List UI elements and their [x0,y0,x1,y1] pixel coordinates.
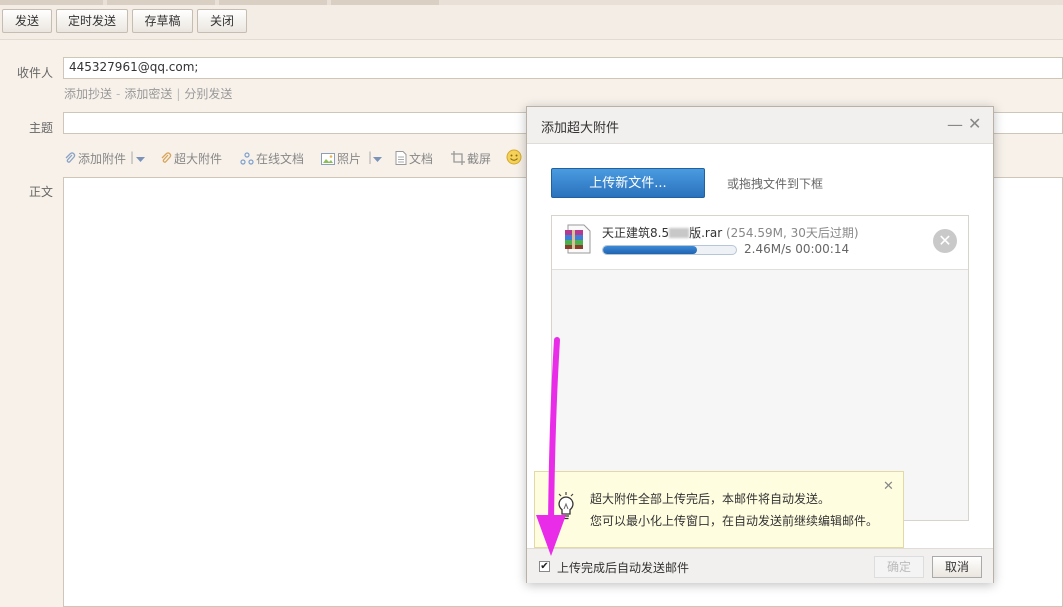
add-attachment-label: 添加附件 [78,152,127,166]
large-attachment-button[interactable]: 超大附件 [160,150,222,168]
online-doc-label: 在线文档 [256,152,305,166]
paperclip-icon [64,152,76,168]
document-icon [395,151,407,168]
progress-fill [603,246,698,254]
drag-hint: 或拖拽文件到下框 [727,177,824,191]
close-icon[interactable]: ✕ [968,114,981,133]
file-name-prefix: 天正建筑8.5 [602,226,670,240]
emoji-button[interactable] [506,149,524,168]
large-attachment-label: 超大附件 [174,152,223,166]
compose-toolbar: 发送 定时发送 存草稿 关闭 [0,5,1063,40]
add-bcc-link[interactable]: 添加密送 [124,87,172,101]
dialog-title: 添加超大附件 [541,121,620,136]
blurred-text [669,228,690,238]
caret-down-icon [136,152,145,166]
body-label: 正文 [29,185,54,199]
online-doc-button[interactable]: 在线文档 [240,150,304,168]
screenshot-button[interactable]: 截屏 [451,150,491,168]
close-button[interactable]: 关闭 [197,9,247,33]
separator: | [176,87,181,101]
separator: | [130,150,135,164]
auto-send-checkbox[interactable]: ✔ [539,561,550,572]
recipient-links: 添加抄送 - 添加密送 | 分别发送 [64,85,232,102]
add-attachment-dropdown[interactable] [136,150,147,166]
close-tip-icon[interactable]: ✕ [883,479,894,494]
remove-file-icon[interactable]: ✕ [933,229,957,253]
paperclip-icon [160,152,172,168]
image-icon [321,153,335,168]
scheduled-send-button[interactable]: 定时发送 [56,9,128,33]
upload-progress-bar [602,245,737,255]
screenshot-label: 截屏 [467,152,492,166]
caret-down-icon [373,152,382,166]
minimize-icon[interactable]: — [947,115,963,134]
document-label: 文档 [409,152,434,166]
to-label: 收件人 [17,66,54,80]
share-nodes-icon [240,152,254,168]
separator: - [116,87,121,101]
file-row: 天正建筑8.5 版.rar (254.59M, 30天后过期) 2.46M/s 0… [552,216,968,270]
dialog-header[interactable]: 添加超大附件 — ✕ [527,107,993,144]
separator: | [368,150,373,164]
file-name-suffix: 版.rar [689,226,723,240]
document-button[interactable]: 文档 [395,150,433,168]
large-attachment-dialog: 添加超大附件 — ✕ 上传新文件... 或拖拽文件到下框 天正建筑8.5 版.ra… [526,106,994,583]
photo-button[interactable]: 照片 [321,150,361,168]
upload-new-file-button[interactable]: 上传新文件... [551,168,705,198]
file-meta: (254.59M, 30天后过期) [725,226,859,240]
dialog-footer: ✔ 上传完成后自动发送邮件 确定 取消 [527,548,993,583]
time-remaining: 00:00:14 [795,242,850,256]
subject-label: 主题 [29,121,54,135]
recipient-address: 445327961@qq.com; [69,60,199,74]
confirm-button[interactable]: 确定 [874,556,924,578]
photo-dropdown[interactable] [373,150,384,166]
send-button[interactable]: 发送 [2,9,52,33]
auto-send-tip: 超大附件全部上传完后，本邮件将自动发送。 您可以最小化上传窗口，在自动发送前继续… [534,471,904,548]
separate-send-link[interactable]: 分别发送 [184,87,232,101]
cancel-button[interactable]: 取消 [932,556,982,578]
file-name: 天正建筑8.5 版.rar (254.59M, 30天后过期) [602,224,859,241]
to-input[interactable]: 445327961@qq.com; [63,57,1063,79]
tip-line-1: 超大附件全部上传完后，本邮件将自动发送。 [590,492,831,506]
add-attachment-button[interactable]: 添加附件 [64,150,126,168]
tip-line-2: 您可以最小化上传窗口，在自动发送前继续编辑邮件。 [590,514,879,528]
smiley-icon [506,149,522,168]
rar-archive-icon [565,224,591,254]
photo-label: 照片 [337,152,362,166]
upload-speed: 2.46M/s [744,242,792,256]
recipient-chip[interactable]: 445327961@qq.com; [69,60,198,74]
add-cc-link[interactable]: 添加抄送 [64,87,112,101]
save-draft-button[interactable]: 存草稿 [132,9,193,33]
lightbulb-icon [555,492,577,522]
crop-icon [451,151,465,168]
upload-speed-readout: 2.46M/s 00:00:14 [744,242,849,256]
auto-send-label[interactable]: 上传完成后自动发送邮件 [557,559,689,576]
